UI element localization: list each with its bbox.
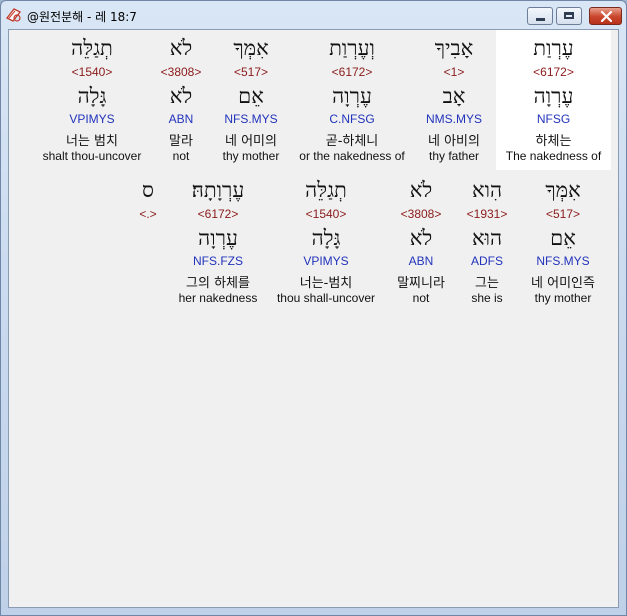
hebrew-surface: לֹא bbox=[169, 36, 193, 60]
hebrew-surface: עֶרְוָתָהּ׃ bbox=[191, 178, 245, 202]
english-gloss: The nakedness of bbox=[505, 149, 602, 163]
strong-number[interactable]: <1> bbox=[414, 65, 494, 79]
korean-gloss: 너는-범치 bbox=[299, 276, 353, 291]
english-gloss: thou shall-uncover bbox=[276, 291, 376, 305]
hebrew-lemma: עֶרְוָה bbox=[198, 226, 238, 250]
title-bar[interactable]: @원전분해 - 레 18:7 bbox=[1, 1, 626, 29]
hebrew-lemma: אֵם bbox=[238, 84, 264, 108]
strong-number[interactable]: <6172> bbox=[171, 207, 265, 221]
hebrew-surface: ס bbox=[142, 178, 154, 202]
hebrew-surface: תְגַלֵּה bbox=[305, 178, 347, 202]
strong-number[interactable]: <517> bbox=[519, 207, 607, 221]
english-gloss: not bbox=[412, 291, 430, 305]
korean-gloss: 곧-하체니 bbox=[325, 134, 379, 149]
close-icon bbox=[600, 11, 613, 22]
minimize-button[interactable] bbox=[527, 7, 553, 25]
morphology-code: ABN bbox=[168, 112, 194, 126]
morphology-code: VPIMYS bbox=[303, 254, 349, 268]
hebrew-lemma: עֶרְוָה bbox=[332, 84, 372, 108]
strong-number[interactable]: <1540> bbox=[36, 65, 148, 79]
word-block[interactable]: ס <.> bbox=[131, 172, 165, 312]
morphology-code: C.NFSG bbox=[329, 112, 375, 126]
english-gloss: she is bbox=[471, 291, 503, 305]
korean-gloss: 네 어미인즉 bbox=[531, 276, 595, 291]
hebrew-surface: וְעֶרְוַת bbox=[329, 36, 375, 60]
hebrew-surface: אִמְּךָ bbox=[545, 178, 581, 202]
morphology-code: NFS.MYS bbox=[224, 112, 278, 126]
hebrew-surface: תְגַלֵּה bbox=[71, 36, 113, 60]
word-block[interactable]: הִוא <1931> הוּא ADFS 그는 she is bbox=[460, 172, 514, 312]
hebrew-lemma: לֹא bbox=[409, 226, 433, 250]
strong-number[interactable]: <6172> bbox=[496, 65, 611, 79]
korean-gloss: 네 아비의 bbox=[428, 134, 480, 149]
hebrew-lemma: גָּלָה bbox=[77, 84, 107, 108]
hebrew-surface: לֹא bbox=[409, 178, 433, 202]
word-block[interactable]: עֶרְוַת <6172> עֶרְוָה NFSG 하체는 The nake… bbox=[496, 30, 611, 170]
morphology-code: ADFS bbox=[470, 254, 503, 268]
morphology-code: NMS.MYS bbox=[425, 112, 482, 126]
strong-number[interactable]: <3808> bbox=[154, 65, 208, 79]
word-block[interactable]: תְגַלֵּה <1540> גָּלָה VPIMYS 너는-범치 thou… bbox=[271, 172, 381, 312]
english-gloss: thy mother bbox=[534, 291, 592, 305]
strong-number[interactable]: <6172> bbox=[292, 65, 412, 79]
interlinear-panel: עֶרְוַת <6172> עֶרְוָה NFSG 하체는 The nake… bbox=[8, 29, 619, 608]
word-block[interactable]: אָבִיךָ <1> אָב NMS.MYS 네 아비의 thy father bbox=[414, 30, 494, 170]
word-block[interactable]: לֹא <3808> לֹא ABN 말라 not bbox=[154, 30, 208, 170]
korean-gloss: 그는 bbox=[475, 276, 499, 291]
korean-gloss: 그의 하체를 bbox=[186, 276, 250, 291]
word-block[interactable]: אִמְּךָ <517> אֵם NFS.MYS 네 어미의 thy moth… bbox=[212, 30, 290, 170]
hebrew-lemma: אֵם bbox=[550, 226, 576, 250]
hebrew-lemma: גָּלָה bbox=[311, 226, 341, 250]
word-block[interactable]: עֶרְוָתָהּ׃ <6172> עֶרְוָה NFS.FZS 그의 하체… bbox=[171, 172, 265, 312]
hebrew-lemma: הוּא bbox=[471, 226, 503, 250]
korean-gloss: 말찌니라 bbox=[397, 276, 445, 291]
strong-number[interactable]: <3808> bbox=[387, 207, 455, 221]
english-gloss: thy father bbox=[428, 149, 480, 163]
hebrew-surface: אִמְּךָ bbox=[233, 36, 269, 60]
hebrew-surface: אָבִיךָ bbox=[434, 36, 474, 60]
morphology-code: NFS.MYS bbox=[536, 254, 590, 268]
strong-number[interactable]: <517> bbox=[212, 65, 290, 79]
close-button[interactable] bbox=[589, 7, 622, 25]
korean-gloss: 하체는 bbox=[535, 134, 572, 149]
strong-number[interactable]: <.> bbox=[131, 207, 165, 221]
hebrew-surface: עֶרְוַת bbox=[533, 36, 574, 60]
english-gloss: thy mother bbox=[222, 149, 280, 163]
strong-number[interactable]: <1931> bbox=[460, 207, 514, 221]
morphology-code: ABN bbox=[408, 254, 434, 268]
morphology-code: NFSG bbox=[536, 112, 571, 126]
app-window: @원전분해 - 레 18:7 עֶרְוַת <6172> עֶרְוָה NF… bbox=[0, 0, 627, 616]
english-gloss: or the nakedness of bbox=[299, 149, 405, 163]
english-gloss: her nakedness bbox=[178, 291, 258, 305]
english-gloss: shalt thou-uncover bbox=[42, 149, 142, 163]
maximize-button[interactable] bbox=[556, 7, 582, 25]
strong-number[interactable]: <1540> bbox=[271, 207, 381, 221]
hebrew-lemma: אָב bbox=[442, 84, 466, 108]
english-gloss: not bbox=[172, 149, 190, 163]
hebrew-surface: הִוא bbox=[471, 178, 503, 202]
morphology-code: NFS.FZS bbox=[193, 254, 243, 268]
morphology-code: VPIMYS bbox=[69, 112, 115, 126]
korean-gloss: 말라 bbox=[169, 134, 193, 149]
bible-app-icon bbox=[6, 8, 21, 22]
word-block[interactable]: תְגַלֵּה <1540> גָּלָה VPIMYS 너는 범치 shal… bbox=[36, 30, 148, 170]
korean-gloss: 너는 범치 bbox=[66, 134, 118, 149]
korean-gloss: 네 어미의 bbox=[225, 134, 277, 149]
word-block[interactable]: אִמְּךָ <517> אֵם NFS.MYS 네 어미인즉 thy mot… bbox=[519, 172, 607, 312]
word-block[interactable]: לֹא <3808> לֹא ABN 말찌니라 not bbox=[387, 172, 455, 312]
hebrew-lemma: לֹא bbox=[169, 84, 193, 108]
word-block[interactable]: וְעֶרְוַת <6172> עֶרְוָה C.NFSG 곧-하체니 or… bbox=[292, 30, 412, 170]
hebrew-lemma: עֶרְוָה bbox=[533, 84, 574, 108]
window-title: @원전분해 - 레 18:7 bbox=[27, 10, 137, 24]
